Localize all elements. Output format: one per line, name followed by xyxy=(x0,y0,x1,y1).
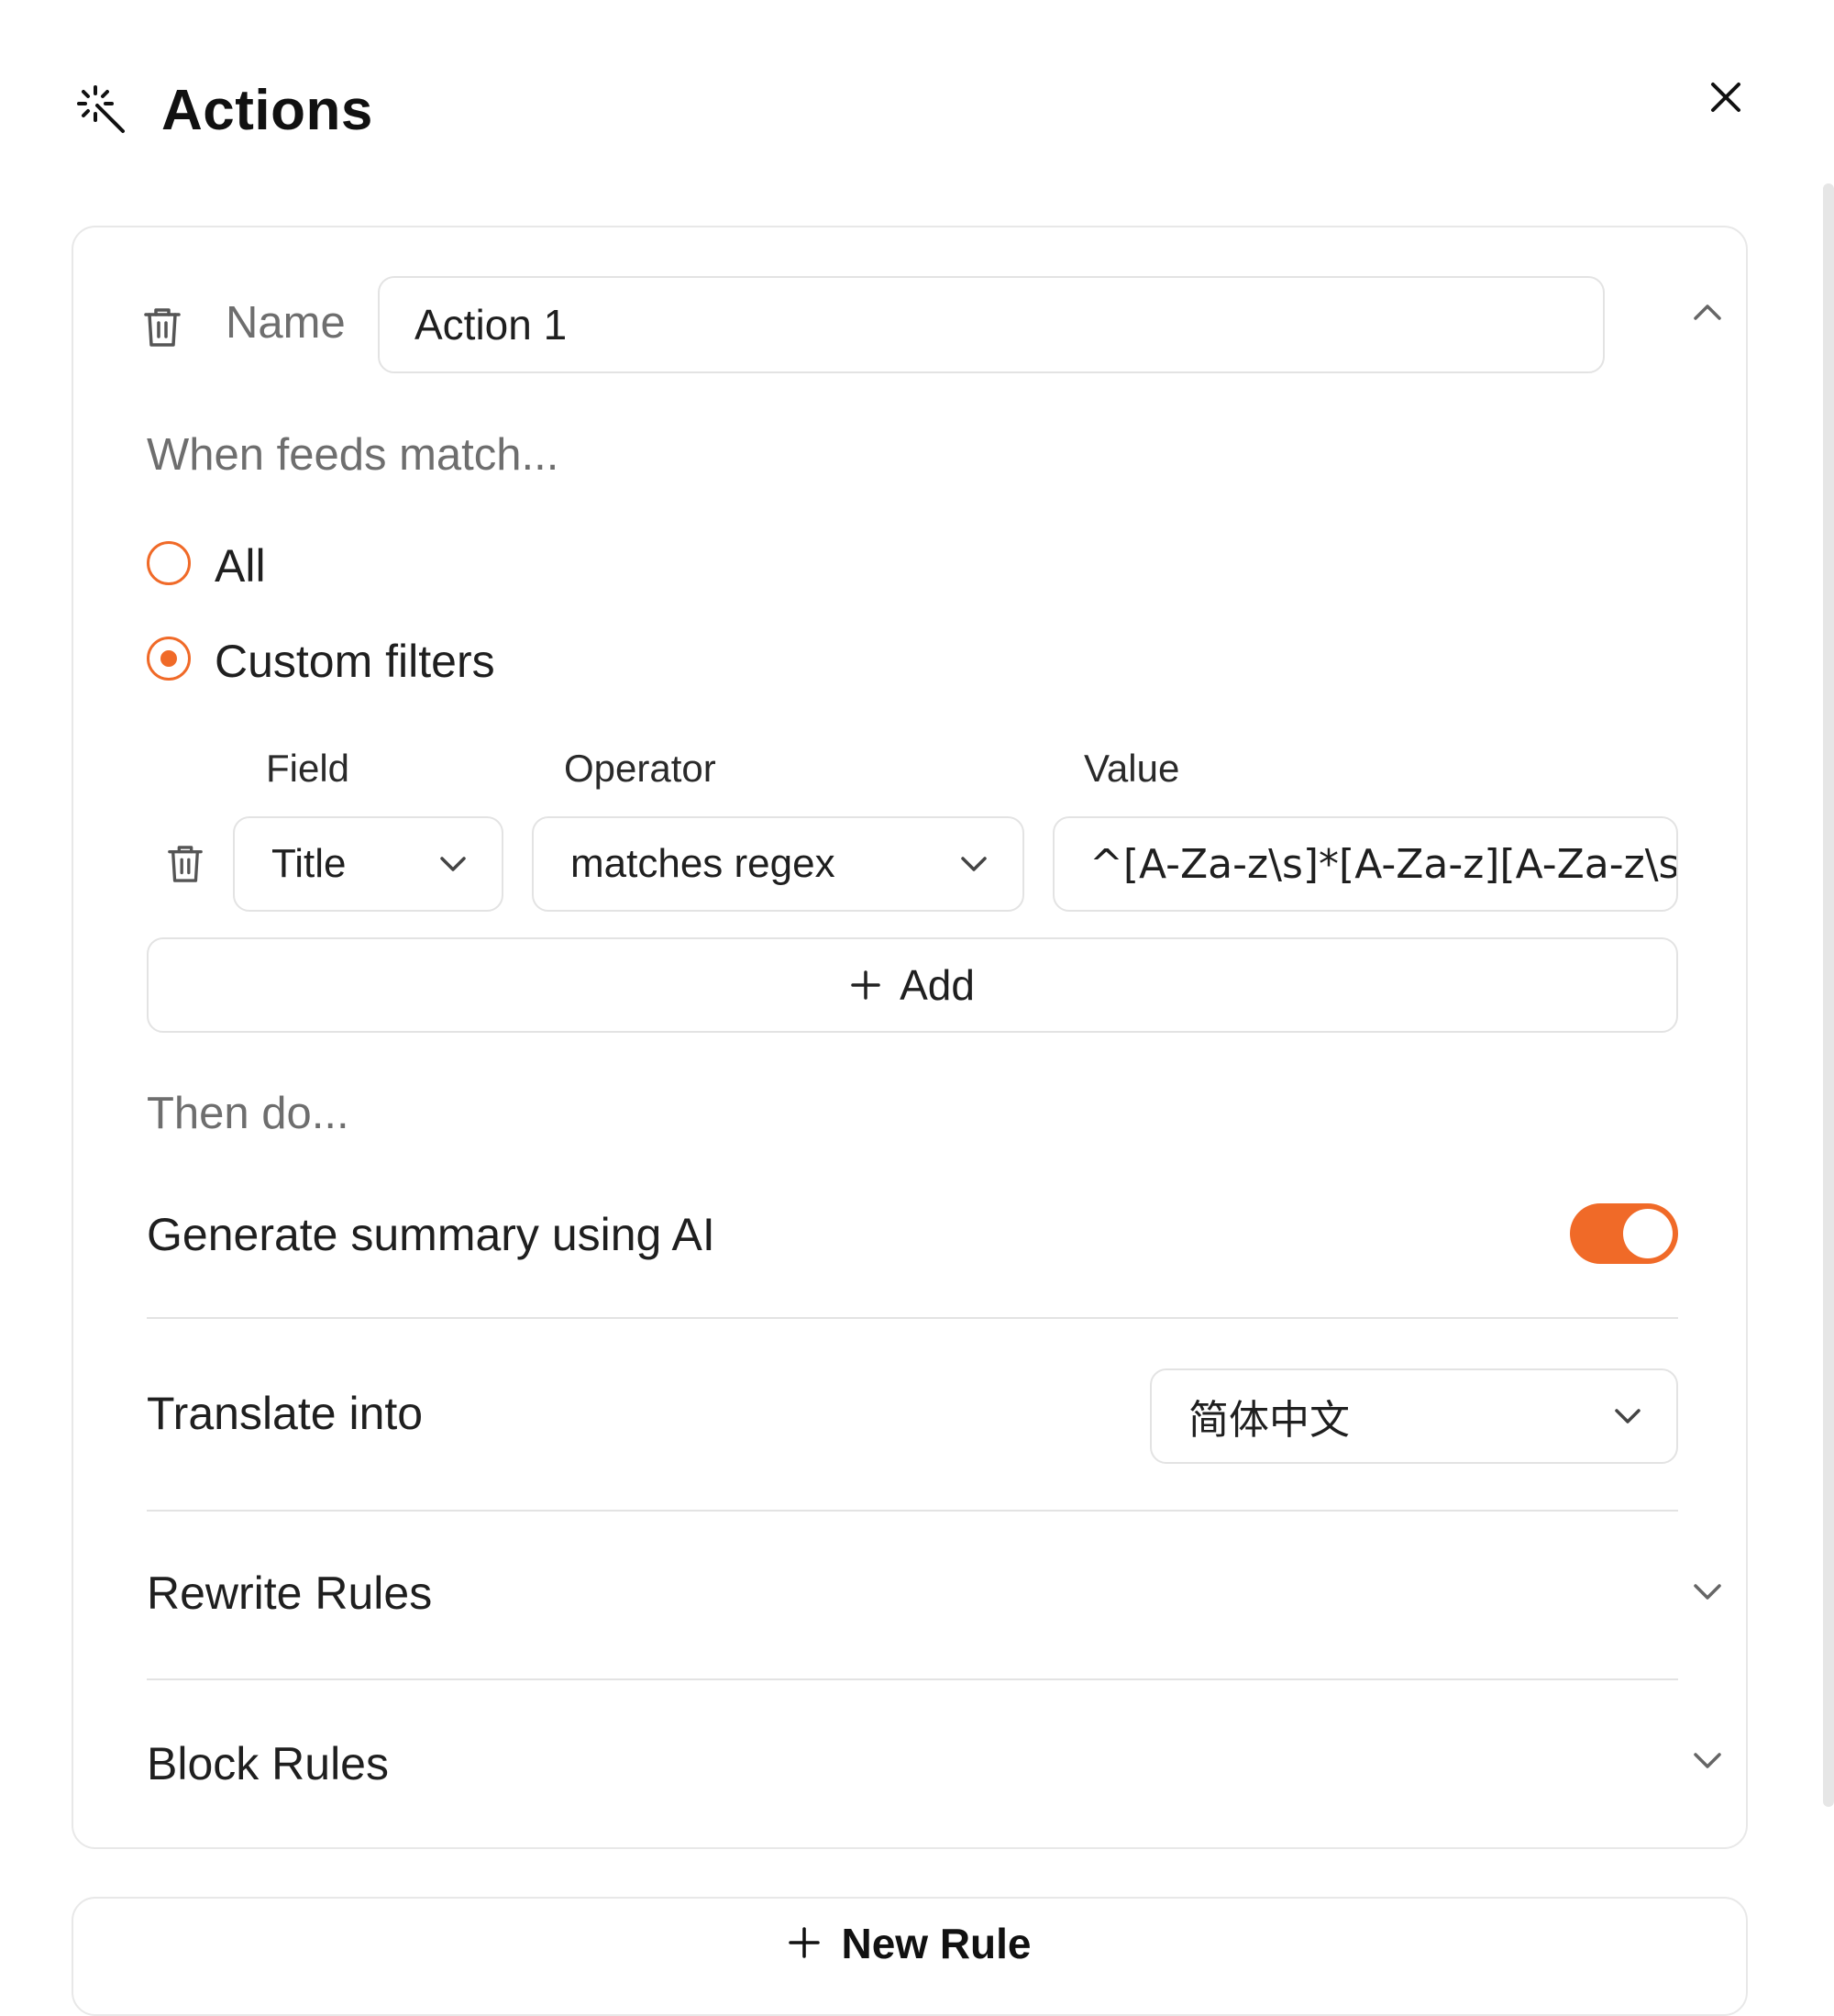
chevron-down-icon xyxy=(1612,1406,1643,1426)
field-column-label: Field xyxy=(266,747,350,790)
chevron-down-icon[interactable] xyxy=(1691,1750,1724,1772)
radio-selected-dot xyxy=(160,650,177,667)
trash-icon[interactable] xyxy=(143,306,182,349)
chevron-down-icon xyxy=(437,854,469,874)
toggle-knob xyxy=(1623,1209,1673,1258)
generate-summary-label: Generate summary using AI xyxy=(147,1209,715,1260)
page-title: Actions xyxy=(161,78,373,142)
action-card: Name Action 1 When feeds match... All Cu… xyxy=(72,226,1748,1849)
divider xyxy=(147,1317,1678,1319)
value-column-label: Value xyxy=(1084,747,1180,790)
value-input-text: ^[A-Za-z\s]*[A-Za-z][A-Za-z\s]*$ xyxy=(1089,840,1678,888)
field-select[interactable]: Title xyxy=(233,816,503,912)
value-input[interactable]: ^[A-Za-z\s]*[A-Za-z][A-Za-z\s]*$ xyxy=(1053,816,1678,912)
header: Actions xyxy=(77,77,373,143)
radio-all[interactable] xyxy=(147,541,191,585)
new-rule-button[interactable]: New Rule xyxy=(72,1897,1748,2016)
operator-column-label: Operator xyxy=(564,747,716,790)
translate-into-label: Translate into xyxy=(147,1388,424,1439)
add-filter-label: Add xyxy=(900,961,975,1009)
rewrite-rules-label: Rewrite Rules xyxy=(147,1567,433,1619)
close-icon[interactable] xyxy=(1704,75,1748,119)
field-select-value: Title xyxy=(271,841,347,886)
chevron-up-icon[interactable] xyxy=(1691,301,1724,323)
operator-select[interactable]: matches regex xyxy=(532,816,1024,912)
divider xyxy=(147,1510,1678,1512)
block-rules-label: Block Rules xyxy=(147,1738,389,1789)
operator-select-value: matches regex xyxy=(570,841,835,886)
then-do-heading: Then do... xyxy=(147,1089,349,1138)
name-label: Name xyxy=(226,298,346,348)
new-rule-label: New Rule xyxy=(841,1920,1032,1967)
scrollbar[interactable] xyxy=(1823,183,1834,1807)
translate-language-select[interactable]: 简体中文 xyxy=(1150,1368,1678,1464)
magic-wand-icon xyxy=(77,85,127,135)
plus-icon xyxy=(850,969,881,1001)
add-filter-button[interactable]: Add xyxy=(147,937,1678,1033)
generate-summary-toggle[interactable] xyxy=(1570,1203,1678,1264)
action-name-input[interactable]: Action 1 xyxy=(378,276,1605,373)
divider xyxy=(147,1678,1678,1680)
chevron-down-icon[interactable] xyxy=(1691,1581,1724,1603)
when-feeds-match-heading: When feeds match... xyxy=(147,430,559,480)
chevron-down-icon xyxy=(958,854,989,874)
trash-icon[interactable] xyxy=(167,844,204,884)
plus-icon xyxy=(788,1926,821,1959)
radio-all-label: All xyxy=(215,540,266,592)
radio-custom-filters-label: Custom filters xyxy=(215,636,495,687)
radio-custom-filters[interactable] xyxy=(147,637,191,681)
translate-language-value: 简体中文 xyxy=(1188,1397,1350,1444)
